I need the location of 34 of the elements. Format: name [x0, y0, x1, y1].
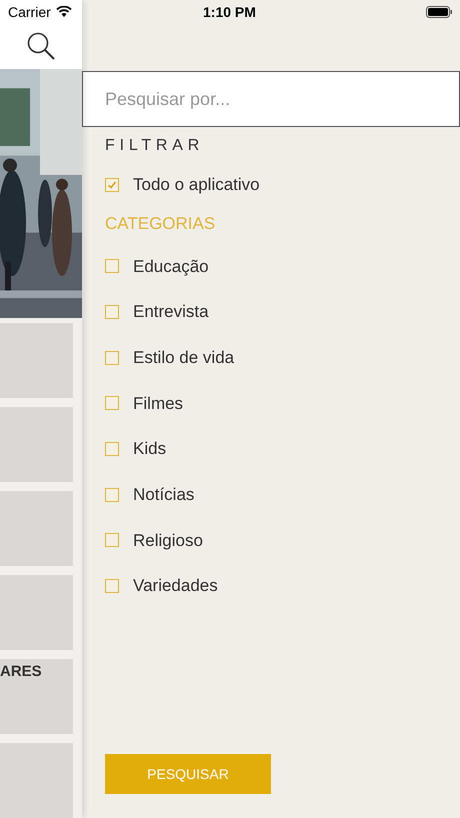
wifi-icon — [56, 6, 72, 18]
checkbox-label[interactable]: Filmes — [133, 390, 184, 416]
content-card[interactable] — [0, 575, 73, 650]
checkbox[interactable] — [105, 178, 119, 192]
checkbox-label[interactable]: Notícias — [133, 482, 194, 508]
checkbox-label[interactable]: Kids — [133, 436, 166, 462]
content-card[interactable]: ARES — [0, 659, 73, 734]
battery-icon — [426, 6, 452, 18]
content-card[interactable] — [0, 743, 73, 818]
checkbox-label[interactable]: Religioso — [133, 528, 203, 554]
checkbox-label[interactable]: Estilo de vida — [133, 344, 234, 370]
card-title: ARES — [0, 662, 43, 682]
checkbox[interactable] — [105, 305, 119, 320]
checkbox[interactable] — [105, 396, 119, 410]
check-icon — [107, 180, 117, 190]
checkbox-label[interactable]: Variedades — [133, 573, 218, 599]
search-icon[interactable] — [26, 30, 56, 61]
checkbox-label[interactable]: Entrevista — [133, 299, 209, 325]
carrier-label: Carrier — [8, 2, 51, 22]
checkbox[interactable] — [105, 488, 119, 502]
time-label: 1:10 PM — [203, 2, 256, 22]
content-card[interactable] — [0, 407, 73, 482]
checkbox-label[interactable]: Todo o aplicativo — [133, 172, 260, 198]
checkbox[interactable] — [105, 579, 119, 594]
checkbox[interactable] — [105, 442, 119, 456]
checkbox[interactable] — [105, 350, 119, 365]
content-card[interactable] — [0, 323, 73, 398]
checkbox-label[interactable]: Educação — [133, 254, 209, 280]
content-card[interactable] — [0, 491, 73, 566]
search-field[interactable]: Pesquisar por... — [82, 71, 460, 127]
section-title: CATEGORIAS — [105, 213, 216, 235]
checkbox[interactable] — [105, 533, 119, 548]
checkbox[interactable] — [105, 259, 119, 274]
section-title: FILTRAR — [105, 136, 206, 156]
